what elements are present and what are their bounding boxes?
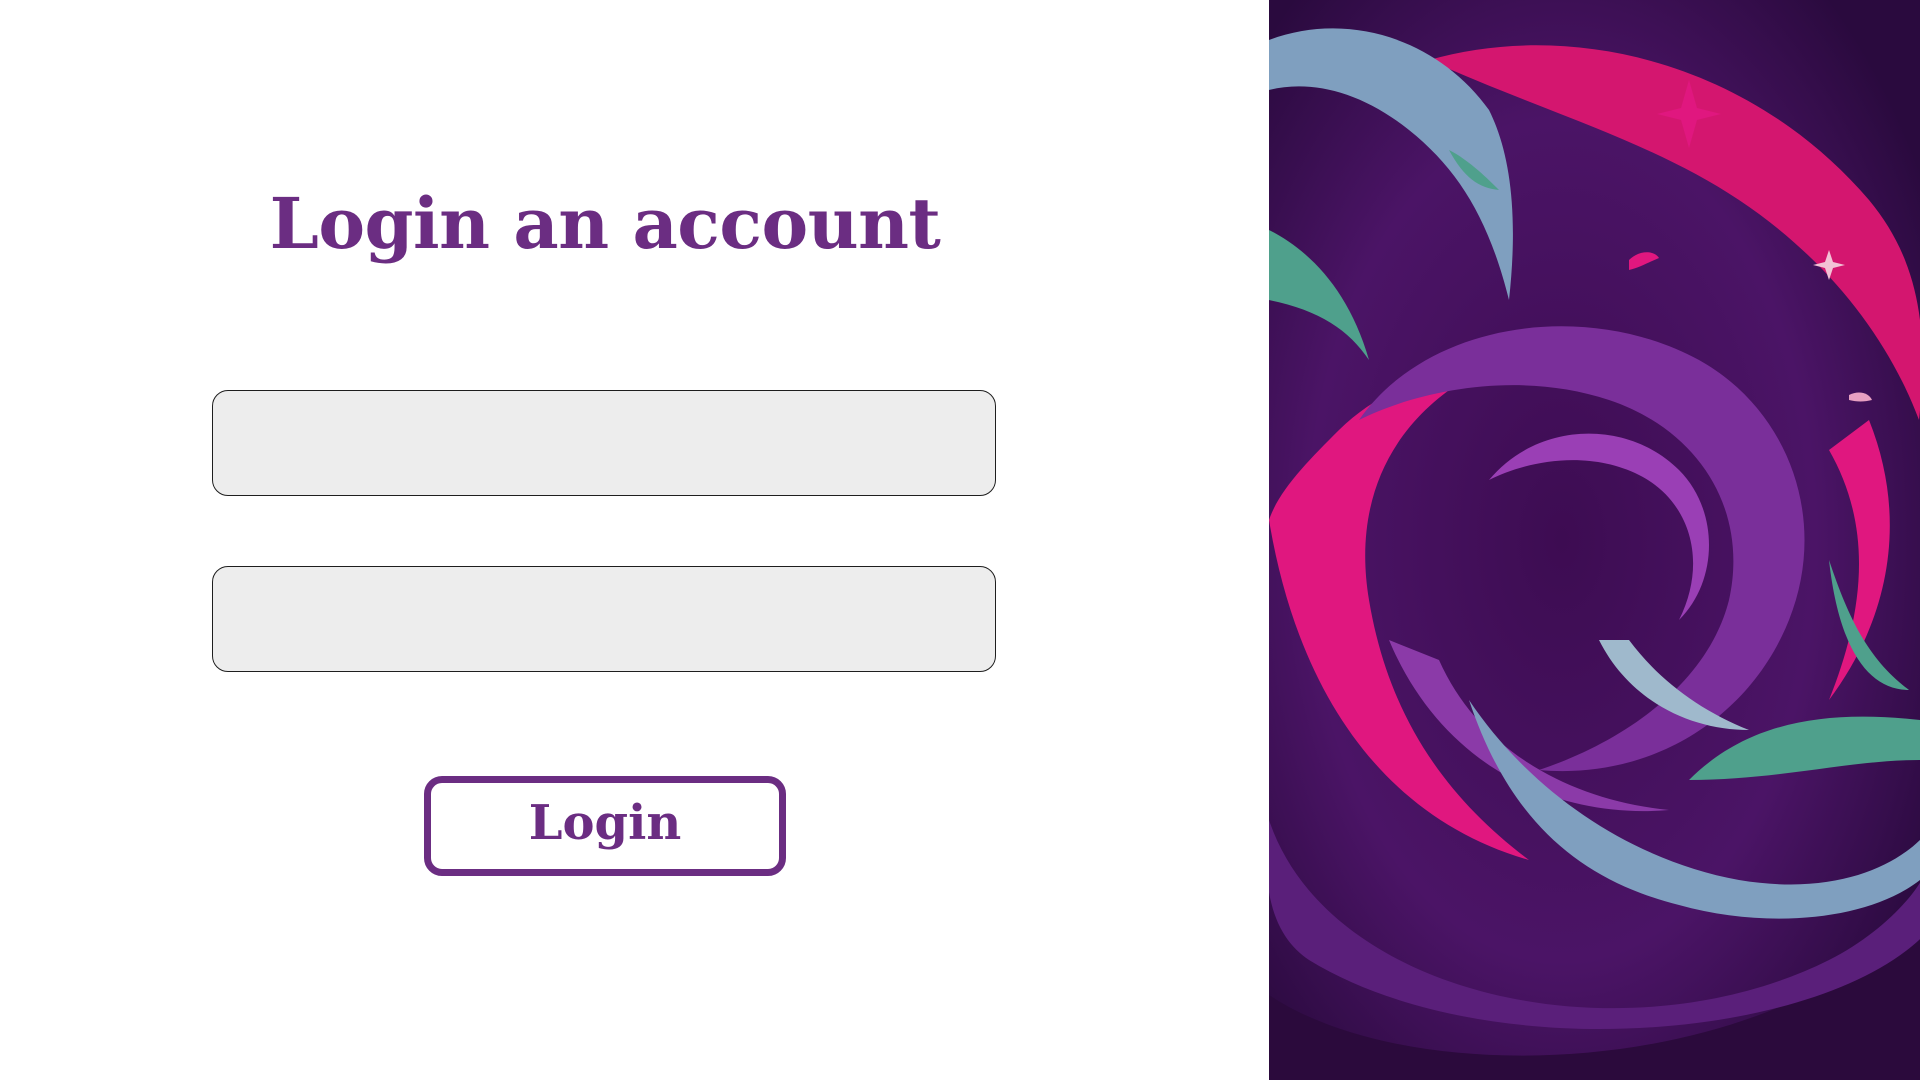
password-field[interactable] (212, 566, 996, 672)
abstract-swirl-artwork (1269, 0, 1920, 1080)
login-button[interactable]: Login (424, 776, 786, 876)
username-field[interactable] (212, 390, 996, 496)
login-page: Login an account Login (0, 0, 1920, 1080)
swirl-art-svg (1269, 0, 1920, 1080)
page-title: Login an account (269, 182, 941, 265)
login-form-panel: Login an account Login (0, 0, 1269, 1080)
